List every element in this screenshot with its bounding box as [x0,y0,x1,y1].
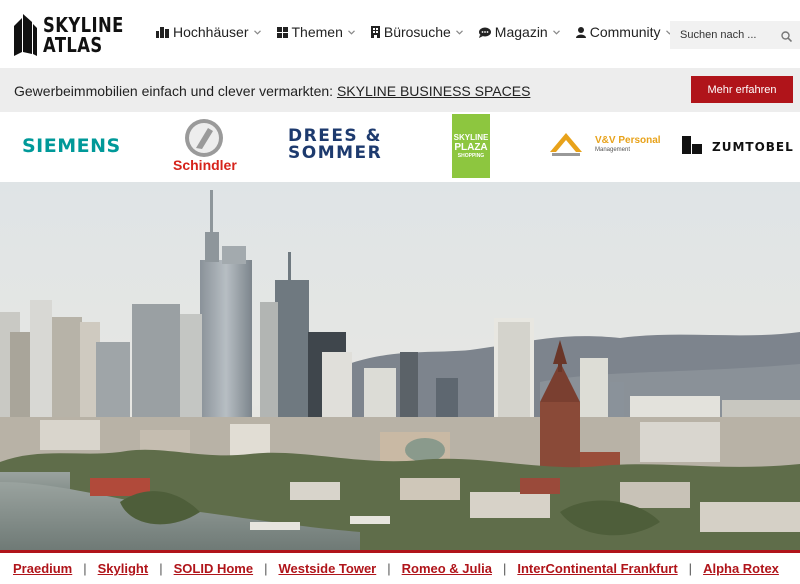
logo-text: SKYLINE ATLAS [43,15,124,55]
sponsor-zumtobel[interactable]: ZUMTOBEL [682,136,800,158]
nav-magazin[interactable]: Magazin [478,24,560,40]
hero-skyline-image[interactable] [0,182,800,550]
sponsor-siemens[interactable]: SIEMENS [22,135,121,157]
site-header: SKYLINE ATLAS Hochhäuser Themen Bürosuch… [0,0,800,68]
sponsor-skyline-plaza[interactable]: SKYLINE PLAZA SHOPPING [452,114,490,178]
nav-community[interactable]: Community [575,24,673,40]
sponsor-bar: SIEMENS Schindler DREES & SOMMER SKYLINE… [0,112,800,182]
sponsor-vv-personal[interactable]: V&V Personal Management [549,132,661,160]
buildings-icon [156,26,169,38]
main-nav: Hochhäuser Themen Bürosuche Magazin Comm… [156,24,689,40]
chat-icon [478,27,491,38]
chevron-down-icon [552,29,560,35]
grid-icon [276,26,288,38]
logo-line-1: SKYLINE [43,13,124,37]
promo-link[interactable]: SKYLINE BUSINESS SPACES [337,83,530,99]
chevron-down-icon [253,29,261,35]
schindler-logo-text: Schindler [173,157,237,173]
plaza-logo-line-1: SKYLINE [453,132,489,142]
nav-hochhaeuser[interactable]: Hochhäuser [156,24,261,40]
nav-label: Community [589,24,661,40]
more-info-button[interactable]: Mehr erfahren [691,76,793,103]
nav-label: Bürosuche [383,24,451,40]
project-links-bar: Praedium | Skylight | SOLID Home | Wests… [0,550,800,584]
promo-text: Gewerbeimmobilien einfach und clever ver… [14,83,530,99]
schindler-emblem-icon [185,119,223,157]
skyline-logo-icon [14,14,37,56]
link-separator: | [264,561,268,576]
link-alpha-rotex[interactable]: Alpha Rotex [703,561,779,576]
chevron-down-icon [455,29,463,35]
chevron-down-icon [347,29,355,35]
promo-message: Gewerbeimmobilien einfach und clever ver… [14,83,337,99]
link-praedium[interactable]: Praedium [13,561,72,576]
nav-themen[interactable]: Themen [276,24,355,40]
sponsor-drees-sommer[interactable]: DREES & SOMMER [288,128,382,162]
user-icon [575,26,586,38]
office-icon [370,26,380,38]
siemens-logo-text: SIEMENS [22,135,121,157]
zumtobel-emblem-icon [682,136,702,154]
zumtobel-logo-text: ZUMTOBEL [712,140,794,154]
search-input[interactable] [670,29,770,41]
vv-emblem-icon [550,133,582,156]
nav-label: Magazin [494,24,548,40]
nav-buerosuche[interactable]: Bürosuche [370,24,463,40]
link-skylight[interactable]: Skylight [98,561,149,576]
frankfurt-skyline-photo [0,182,800,550]
site-logo[interactable]: SKYLINE ATLAS [12,11,141,59]
plaza-logo-line-2: PLAZA [454,141,488,153]
search-box [670,21,800,49]
link-romeo-julia[interactable]: Romeo & Julia [402,561,492,576]
link-westside-tower[interactable]: Westside Tower [278,561,376,576]
link-separator: | [159,561,163,576]
nav-label: Themen [291,24,343,40]
promo-bar: Gewerbeimmobilien einfach und clever ver… [0,68,800,112]
link-separator: | [387,561,391,576]
sponsor-schindler[interactable]: Schindler [172,118,237,178]
link-separator: | [83,561,87,576]
link-separator: | [502,561,507,576]
logo-line-2: ATLAS [43,33,103,57]
link-solid-home[interactable]: SOLID Home [174,561,253,576]
plaza-logo-line-3: SHOPPING [457,152,485,159]
link-intercontinental[interactable]: InterContinental Frankfurt [517,561,677,576]
drees-logo-line-2: SOMMER [288,143,383,163]
nav-label: Hochhäuser [173,24,249,40]
vv-logo-text: V&V Personal [595,135,661,146]
link-separator: | [688,561,693,576]
vv-logo-subtext: Management [595,147,631,153]
search-icon[interactable] [781,29,793,47]
